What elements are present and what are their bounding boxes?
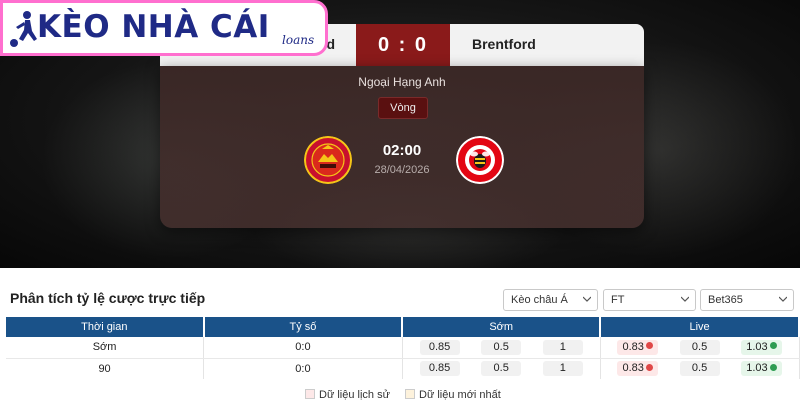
live-away-odds-value: 1.03 — [746, 362, 768, 375]
kickoff-date: 28/04/2026 — [374, 164, 430, 176]
legend-swatch — [405, 389, 415, 400]
chevron-down-icon — [681, 296, 689, 302]
market-select[interactable]: Kèo châu Á — [503, 289, 598, 311]
cell-early-odds: 0.85 0.5 1 — [402, 358, 601, 379]
live-handicap: 0.5 — [679, 361, 720, 377]
chevron-down-icon — [583, 296, 591, 302]
live-away-odds: 1.03 — [741, 361, 782, 377]
early-handicap: 0.5 — [481, 339, 522, 355]
market-select-value: Kèo châu Á — [511, 294, 568, 306]
legend-history-label: Dữ liệu lịch sử — [319, 389, 390, 400]
chevron-down-icon — [779, 296, 787, 302]
brand-subtitle: loans — [282, 33, 315, 47]
match-score: 0 : 0 — [356, 24, 450, 66]
league-name[interactable]: Ngoại Hạng Anh — [160, 75, 644, 89]
live-handicap: 0.5 — [679, 339, 720, 355]
legend-swatch — [305, 389, 315, 400]
column-header-live: Live — [600, 317, 800, 337]
live-home-odds: 0.83 — [617, 361, 658, 377]
column-header-score: Tỷ số — [203, 317, 404, 337]
legend-latest: Dữ liệu mới nhất — [405, 389, 501, 400]
cell-early-odds: 0.85 0.5 1 — [402, 337, 601, 359]
table-row[interactable]: Sớm 0:0 0.85 0.5 1 0.83 0.5 1.03 — [6, 337, 800, 359]
kickoff-time: 02:00 — [382, 142, 422, 159]
away-team-name[interactable]: Brentford — [472, 36, 536, 52]
live-home-odds-value: 0.83 — [622, 340, 644, 353]
brand-logo[interactable]: KÈO NHÀ CÁI loans — [0, 0, 328, 56]
odds-analysis-title: Phân tích tỷ lệ cược trực tiếp — [10, 290, 206, 306]
early-handicap: 0.5 — [481, 361, 522, 377]
brand-title: KÈO NHÀ CÁI — [37, 9, 270, 45]
bookmaker-select-value: Bet365 — [708, 294, 743, 306]
early-home-odds: 0.85 — [419, 339, 460, 355]
live-away-odds: 1.03 — [741, 339, 782, 355]
cell-time: 90 — [6, 358, 205, 379]
early-home-odds: 0.85 — [419, 361, 460, 377]
column-header-early: Sớm — [402, 317, 602, 337]
bookmaker-select[interactable]: Bet365 — [700, 289, 794, 311]
cell-time: Sớm — [6, 337, 205, 359]
cell-score: 0:0 — [203, 337, 403, 359]
table-header-row: Thời gian Tỷ số Sớm Live — [6, 317, 800, 337]
table-row[interactable]: 90 0:0 0.85 0.5 1 0.83 0.5 1.03 — [6, 358, 800, 379]
live-away-odds-value: 1.03 — [746, 340, 768, 353]
round-badge: Vòng — [378, 97, 428, 119]
match-info-card: Ngoại Hạng Anh Vòng 02:00 28/04/2026 — [160, 66, 644, 228]
period-select-value: FT — [611, 294, 625, 306]
early-away-odds: 1 — [542, 339, 583, 355]
odds-down-icon — [645, 342, 653, 350]
cell-live-odds: 0.83 0.5 1.03 — [600, 358, 800, 379]
odds-down-icon — [645, 363, 653, 371]
cell-score: 0:0 — [203, 358, 403, 379]
cell-live-odds: 0.83 0.5 1.03 — [600, 337, 800, 359]
odds-table: Thời gian Tỷ số Sớm Live Sớm 0:0 0.85 0.… — [6, 317, 800, 379]
odds-up-icon — [769, 363, 777, 371]
early-away-odds: 1 — [542, 361, 583, 377]
odds-up-icon — [769, 342, 777, 350]
brentford-logo[interactable] — [456, 136, 504, 184]
live-home-odds: 0.83 — [617, 339, 658, 355]
legend-latest-label: Dữ liệu mới nhất — [419, 389, 501, 400]
live-home-odds-value: 0.83 — [622, 362, 644, 375]
period-select[interactable]: FT — [603, 289, 696, 311]
legend-history: Dữ liệu lịch sử — [305, 389, 390, 400]
column-header-time: Thời gian — [6, 317, 205, 337]
